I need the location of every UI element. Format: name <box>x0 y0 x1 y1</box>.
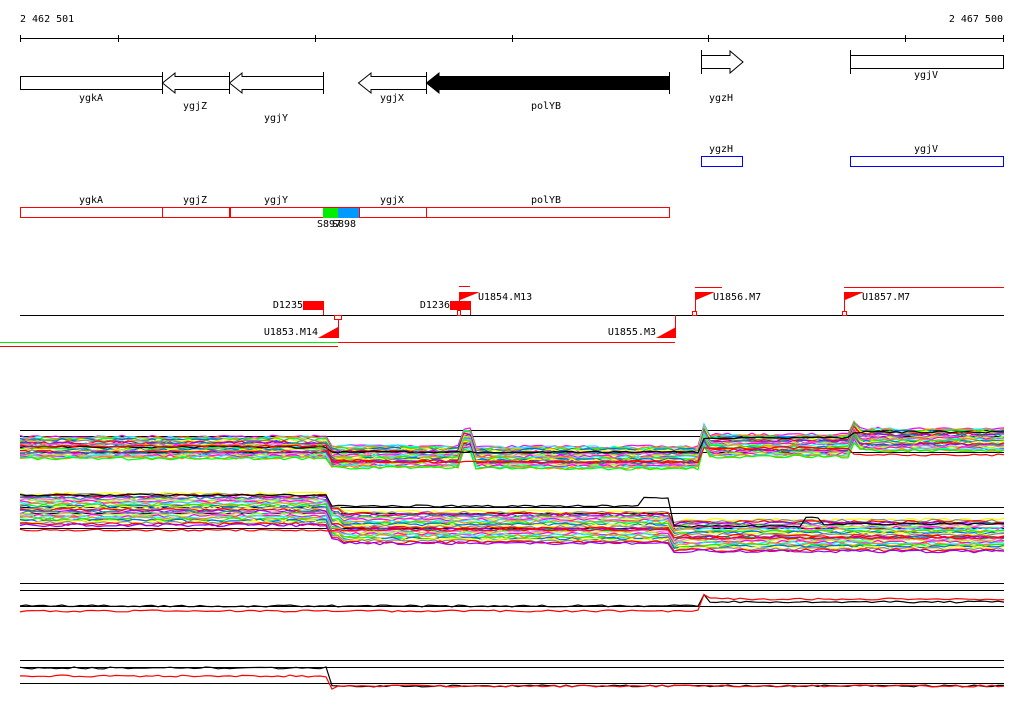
gene-ygjV[interactable] <box>850 55 1004 69</box>
gene-label: polYB <box>530 101 562 112</box>
red-feature-label: ygjY <box>263 195 289 206</box>
flag-U1855.M3[interactable] <box>656 327 676 338</box>
blue-feature-label: ygjV <box>913 144 939 155</box>
gene-label: ygjZ <box>182 101 208 112</box>
blue-feature-ygjV[interactable] <box>850 156 1004 167</box>
gene-label: ygjV <box>913 70 939 81</box>
deletion-label: D1236 <box>419 300 450 311</box>
gene-label: ygjY <box>263 113 289 124</box>
gene-ygjX[interactable] <box>357 71 427 95</box>
gene-label: ygzH <box>708 93 734 104</box>
ruler-start-label: 2 462 501 <box>20 14 75 25</box>
gene-ygkA[interactable] <box>20 76 163 90</box>
flag-label: U1854.M13 <box>478 292 533 303</box>
profile-line <box>19 674 1005 690</box>
red-feature-label: ygjZ <box>182 195 208 206</box>
expression-profiles <box>19 420 1005 690</box>
ruler-end-label: 2 467 500 <box>948 14 1003 25</box>
red-feature-label: ygjX <box>379 195 405 206</box>
feature-label-S898: S898 <box>332 219 357 230</box>
blue-feature-label: ygzH <box>708 144 734 155</box>
deletion-label: D1235 <box>272 300 303 311</box>
gene-ygjY[interactable] <box>228 71 324 95</box>
genome-browser-canvas <box>0 35 1005 690</box>
gene-ygzH[interactable] <box>701 49 744 75</box>
red-feature-ygjZ[interactable] <box>162 207 230 218</box>
coordinate-ruler <box>20 35 1004 42</box>
flag-label: U1857.M7 <box>862 292 911 303</box>
gene-ygjZ[interactable] <box>161 71 230 95</box>
blue-feature-ygzH[interactable] <box>701 156 743 167</box>
red-feature-ygkA[interactable] <box>20 207 163 218</box>
feature-S897[interactable] <box>323 208 338 218</box>
flag-label: U1853.M14 <box>263 327 318 338</box>
deletion-D1235[interactable] <box>303 301 323 310</box>
red-feature-label: ygkA <box>78 195 104 206</box>
red-feature-polYB[interactable] <box>426 207 670 218</box>
profile-line <box>19 593 1005 613</box>
red-feature-ygjX[interactable] <box>359 207 427 218</box>
flag-label: U1855.M3 <box>607 327 656 338</box>
flag-U1854.M13[interactable] <box>460 292 480 300</box>
flag-label: U1856.M7 <box>713 292 762 303</box>
gene-label: ygkA <box>78 93 104 104</box>
red-feature-label: polYB <box>530 195 562 206</box>
feature-S898[interactable] <box>338 208 359 218</box>
flag-U1853.M14[interactable] <box>318 327 338 338</box>
gene-polYB[interactable] <box>425 71 670 95</box>
gene-label: ygjX <box>379 93 405 104</box>
profile-line <box>19 593 1005 608</box>
